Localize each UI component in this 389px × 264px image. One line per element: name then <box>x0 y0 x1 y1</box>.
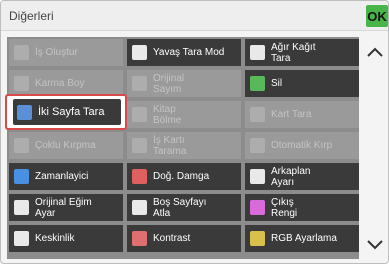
function-button-business-card: İş Kartı Tarama <box>127 132 241 159</box>
book-divide-icon <box>132 107 147 122</box>
function-label: Otomatik Kırp <box>271 140 333 151</box>
function-label: RGB Ayarlama <box>271 233 337 244</box>
ok-button[interactable]: OK <box>366 5 388 27</box>
function-label: Doğ. Damga <box>153 171 210 182</box>
function-button-stamp[interactable]: Doğ. Damga <box>127 163 241 190</box>
dialog-title: Diğerleri <box>9 9 54 23</box>
function-button-job-build: İş Oluştur <box>9 39 123 66</box>
function-button-background[interactable]: Arkaplan Ayarı <box>245 163 359 190</box>
function-button-card-scan: Kart Tara <box>245 101 359 128</box>
function-label: Boş Sayfayı Atla <box>153 196 207 219</box>
function-label: Çıkış Rengi <box>271 196 298 219</box>
timer-icon <box>14 169 29 184</box>
function-label: Yavaş Tara Mod <box>153 47 225 58</box>
mixed-size-icon <box>14 76 29 91</box>
function-button-slow-scan[interactable]: Yavaş Tara Mod <box>127 39 241 66</box>
function-label: Kart Tara <box>271 109 312 120</box>
function-button-original-count: Orijinal Sayım <box>127 70 241 97</box>
function-label: Orijinal Sayım <box>153 72 185 95</box>
function-label: Zamanlayici <box>35 171 89 182</box>
function-label: Arkaplan Ayarı <box>271 165 311 188</box>
function-label: İş Oluştur <box>35 47 78 58</box>
heavy-paper-icon <box>250 45 265 60</box>
two-page-scan-icon <box>17 104 32 120</box>
output-color-icon <box>250 200 265 215</box>
function-button-rgb-adjust[interactable]: RGB Ayarlama <box>245 225 359 252</box>
erase-icon <box>250 76 265 91</box>
function-button-skew-adjust[interactable]: Orijinal Eğim Ayar <box>9 194 123 221</box>
chevron-up-icon <box>367 47 383 57</box>
function-button-blank-page[interactable]: Boş Sayfayı Atla <box>127 194 241 221</box>
sharpness-icon <box>14 231 29 246</box>
stamp-icon <box>132 169 147 184</box>
function-grid: İş Oluştur Yavaş Tara Mod Ağır Kağıt Tara K… <box>7 37 359 259</box>
function-label: Orijinal Eğim Ayar <box>35 196 92 219</box>
function-label: Kontrast <box>153 233 191 244</box>
chevron-down-icon <box>367 240 383 250</box>
title-bar: Diğerleri OK <box>1 1 388 31</box>
slow-scan-icon <box>132 45 147 60</box>
function-button-heavy-paper[interactable]: Ağır Kağıt Tara <box>245 39 359 66</box>
function-button-timer[interactable]: Zamanlayici <box>9 163 123 190</box>
function-button-auto-crop: Otomatik Kırp <box>245 132 359 159</box>
original-count-icon <box>132 76 147 91</box>
contrast-icon <box>132 231 147 246</box>
function-label: Çoklu Kırpma <box>35 140 96 151</box>
scroll-up-button[interactable] <box>362 37 388 67</box>
function-button-book-divide: Kitap Bölme <box>127 101 241 128</box>
others-dialog: Diğerleri OK İş Oluştur Yavaş Tara Mod Ağı… <box>0 0 389 264</box>
business-card-icon <box>132 138 147 153</box>
function-button-contrast[interactable]: Kontrast <box>127 225 241 252</box>
function-button-sharpness[interactable]: Keskinlik <box>9 225 123 252</box>
rgb-adjust-icon <box>250 231 265 246</box>
job-build-icon <box>14 45 29 60</box>
background-icon <box>250 169 265 184</box>
function-button-output-color[interactable]: Çıkış Rengi <box>245 194 359 221</box>
function-label: Karma Boy <box>35 78 85 89</box>
function-button-mixed-size: Karma Boy <box>9 70 123 97</box>
function-button-erase[interactable]: Sil <box>245 70 359 97</box>
two-page-scan-label: İki Sayfa Tara <box>38 106 105 118</box>
skew-adjust-icon <box>14 200 29 215</box>
auto-crop-icon <box>250 138 265 153</box>
function-label: Sil <box>271 78 283 89</box>
card-scan-icon <box>250 107 265 122</box>
function-label: Ağır Kağıt Tara <box>271 41 316 64</box>
function-label: İş Kartı Tarama <box>153 134 187 157</box>
function-button-multi-crop: Çoklu Kırpma <box>9 132 123 159</box>
two-page-scan-button-selected[interactable]: İki Sayfa Tara <box>5 94 127 130</box>
scroll-down-button[interactable] <box>362 229 388 259</box>
multi-crop-icon <box>14 138 29 153</box>
blank-page-icon <box>132 200 147 215</box>
function-label: Kitap Bölme <box>153 103 182 126</box>
function-label: Keskinlik <box>35 233 75 244</box>
